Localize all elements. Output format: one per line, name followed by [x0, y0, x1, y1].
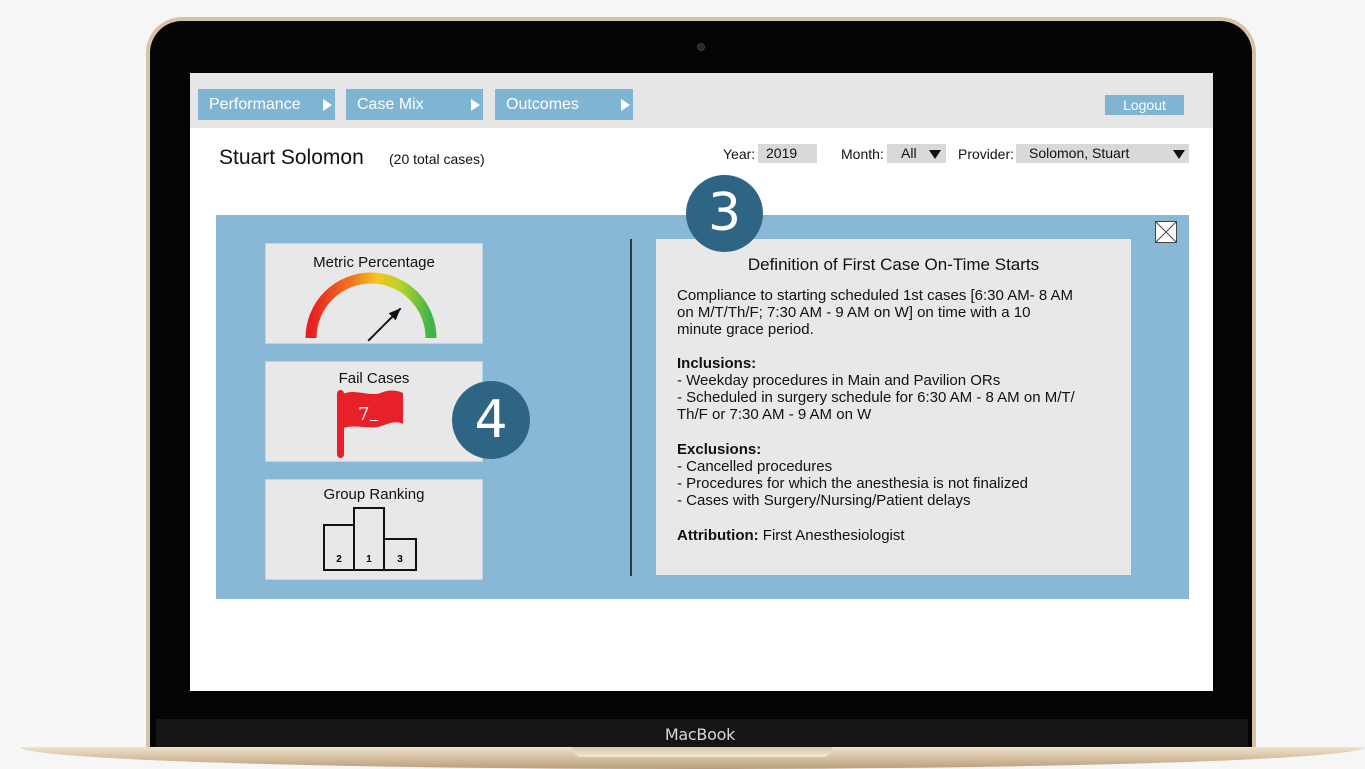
metric-percentage-title: Metric Percentage [313, 254, 435, 271]
inclusion-item: - Weekday procedures in Main and Pavilio… [677, 372, 1001, 389]
laptop-brand-label: MacBook [664, 725, 736, 744]
definition-box: Definition of First Case On-Time Starts … [656, 239, 1131, 575]
year-label: Year: [723, 146, 756, 162]
laptop-notch [572, 747, 832, 757]
page-title: Stuart Solomon [219, 146, 364, 169]
provider-label: Provider: [958, 146, 1015, 162]
fail-count-underline [370, 420, 378, 421]
podium-first-label: 1 [366, 554, 372, 565]
month-label: Month: [841, 146, 884, 162]
definition-intro-line: Compliance to starting scheduled 1st cas… [677, 287, 1074, 304]
tab-outcomes[interactable]: Outcomes [495, 89, 633, 120]
panel-divider [630, 239, 632, 576]
close-icon[interactable] [1155, 221, 1177, 243]
attribution-heading: Attribution: [677, 527, 759, 544]
fail-count: 7 [358, 404, 370, 425]
podium-third: 3 [383, 538, 417, 571]
exclusion-item: - Cases with Surgery/Nursing/Patient del… [677, 492, 971, 509]
flag-icon [337, 390, 403, 458]
podium-third-label: 3 [397, 554, 403, 565]
definition-title: Definition of First Case On-Time Starts [747, 255, 1040, 274]
camera-icon [697, 43, 705, 51]
tab-performance-label: Performance [209, 96, 301, 113]
chevron-down-icon [929, 150, 941, 159]
step-marker-four: 4 [452, 381, 530, 459]
definition-intro: Compliance to starting scheduled 1st cas… [677, 287, 1073, 338]
app-screen: Performance Case Mix Outcomes Logout Stu… [190, 73, 1213, 691]
podium-second-label: 2 [336, 554, 342, 565]
exclusion-item: - Procedures for which the anesthesia is… [677, 475, 1029, 492]
year-value: 2019 [766, 145, 798, 161]
inclusions-heading: Inclusions: [677, 355, 757, 372]
definition-intro-line: on M/T/Th/F; 7:30 AM - 9 AM on W] on tim… [677, 304, 1031, 321]
inclusions-section: Inclusions: - Weekday procedures in Main… [677, 355, 1075, 423]
exclusions-heading: Exclusions: [677, 441, 762, 458]
fail-cases-card[interactable]: Fail Cases 7 [265, 361, 483, 462]
exclusions-section: Exclusions: - Cancelled procedures - Pro… [677, 441, 1028, 509]
group-ranking-title: Group Ranking [323, 486, 425, 503]
tab-case-mix[interactable]: Case Mix [346, 89, 483, 120]
podium-first: 1 [353, 507, 385, 571]
attribution-value: First Anesthesiologist [758, 527, 905, 544]
chevron-down-icon [1173, 150, 1185, 159]
month-value: All [901, 145, 917, 161]
provider-value: Solomon, Stuart [1029, 145, 1130, 161]
logout-button[interactable]: Logout [1105, 95, 1184, 115]
metric-percentage-card[interactable]: Metric Percentage [265, 243, 483, 344]
fail-cases-title: Fail Cases [338, 370, 410, 387]
provider-select[interactable]: Solomon, Stuart [1016, 144, 1189, 163]
metric-detail-panel: Metric Percentage Fail Cases 7 Group Ran… [216, 215, 1189, 599]
podium-second: 2 [323, 524, 355, 571]
total-cases-count: (20 total cases) [389, 151, 485, 167]
attribution-section: Attribution: First Anesthesiologist [677, 527, 905, 544]
tab-outcomes-label: Outcomes [506, 96, 579, 113]
gauge-icon [305, 272, 437, 342]
tab-case-mix-label: Case Mix [357, 96, 424, 113]
group-ranking-card[interactable]: Group Ranking 2 1 3 [265, 479, 483, 580]
top-nav-bar: Performance Case Mix Outcomes Logout [190, 73, 1213, 128]
inclusion-item: Th/F or 7:30 AM - 9 AM on W [677, 406, 872, 423]
month-select[interactable]: All [887, 144, 946, 163]
year-input[interactable]: 2019 [758, 144, 817, 163]
inclusion-item: - Scheduled in surgery schedule for 6:30… [677, 389, 1075, 406]
definition-intro-line: minute grace period. [677, 321, 814, 338]
step-marker-three: 3 [686, 175, 763, 252]
play-arrow-icon [323, 99, 332, 111]
gauge-arc [305, 272, 437, 339]
exclusion-item: - Cancelled procedures [677, 458, 833, 475]
play-arrow-icon [471, 99, 480, 111]
play-arrow-icon [621, 99, 630, 111]
tab-performance[interactable]: Performance [198, 89, 335, 120]
